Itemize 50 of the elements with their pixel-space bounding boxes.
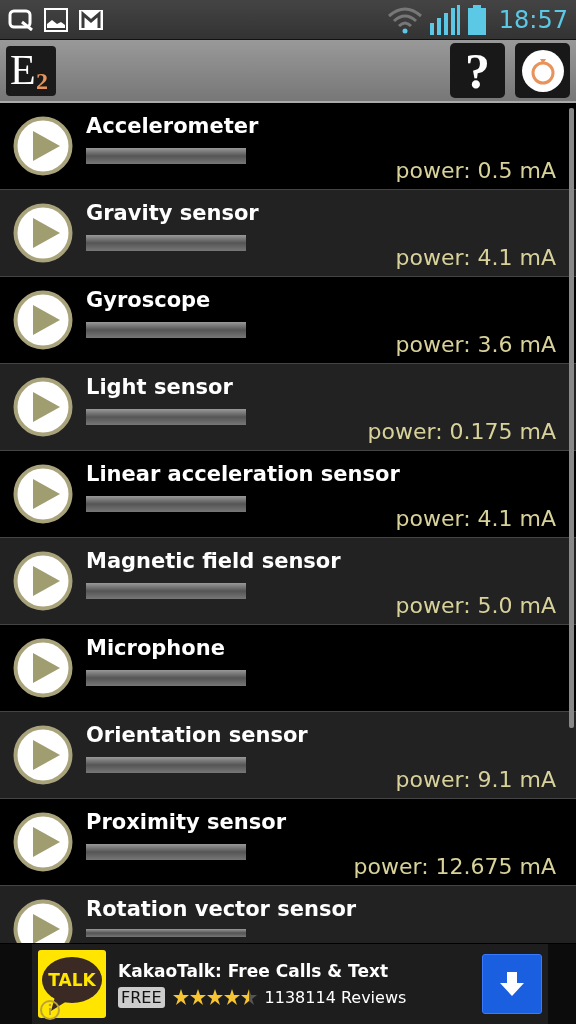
sensor-name: Orientation sensor	[86, 723, 308, 747]
sensor-name: Microphone	[86, 636, 226, 660]
sensor-name: Light sensor	[86, 375, 234, 399]
ad-title: KakaoTalk: Free Calls & Text	[118, 960, 390, 981]
price-tag: FREE	[118, 986, 165, 1008]
download-arrow-icon	[499, 971, 525, 997]
power-reading: power: 4.1 mA	[395, 245, 556, 270]
info-icon[interactable]	[38, 998, 62, 1022]
play-icon[interactable]	[13, 551, 73, 611]
clock-time: 18:57	[498, 5, 568, 34]
ad-banner[interactable]: TALK KakaoTalk: Free Calls & Text FREE 1138114 Reviews	[0, 944, 576, 1024]
play-icon[interactable]	[13, 725, 73, 785]
play-icon[interactable]	[13, 464, 73, 524]
play-icon[interactable]	[13, 812, 73, 872]
play-icon[interactable]	[13, 377, 73, 437]
review-count: 1138114 Reviews	[264, 987, 407, 1007]
power-reading: power: 3.6 mA	[395, 332, 556, 357]
power-reading: power: 4.1 mA	[395, 506, 556, 531]
power-reading: power: 5.0 mA	[395, 593, 556, 618]
sensor-name: Rotation vector sensor	[86, 897, 357, 921]
sensor-name: Proximity sensor	[86, 810, 286, 834]
ring-icon	[520, 48, 565, 93]
sensor-row[interactable]: Rotation vector sensor	[0, 886, 576, 943]
sensor-row[interactable]: Orientation sensor power: 9.1 mA	[0, 712, 576, 799]
download-button[interactable]	[482, 954, 542, 1014]
power-reading: power: 0.175 mA	[367, 419, 556, 444]
play-icon[interactable]	[13, 899, 73, 943]
sensor-name: Linear acceleration sensor	[86, 462, 400, 486]
picture-icon	[44, 7, 68, 32]
sensor-name: Accelerometer	[86, 114, 259, 138]
sensor-name: Gravity sensor	[86, 201, 259, 225]
mail-icon	[78, 8, 104, 31]
sensor-row[interactable]: Magnetic field sensor power: 5.0 mA	[0, 538, 576, 625]
wifi-icon	[386, 5, 423, 34]
signal-icon	[428, 4, 461, 35]
sensor-row[interactable]: Light sensor power: 0.175 mA	[0, 364, 576, 451]
power-reading: power: 9.1 mA	[395, 767, 556, 792]
play-icon[interactable]	[13, 203, 73, 263]
sensor-row[interactable]: Gravity sensor power: 4.1 mA	[0, 190, 576, 277]
battery-icon	[466, 4, 487, 35]
play-icon[interactable]	[13, 290, 73, 350]
play-icon[interactable]	[13, 638, 73, 698]
app-logo: TALK	[38, 950, 106, 1018]
power-reading: power: 0.5 mA	[395, 158, 556, 183]
power-reading: power: 12.675 mA	[353, 854, 556, 879]
play-icon[interactable]	[13, 116, 73, 176]
sensor-name: Gyroscope	[86, 288, 212, 312]
sensor-name: Magnetic field sensor	[86, 549, 341, 573]
power-button[interactable]	[515, 43, 570, 98]
help-button[interactable]: ?	[450, 43, 505, 98]
